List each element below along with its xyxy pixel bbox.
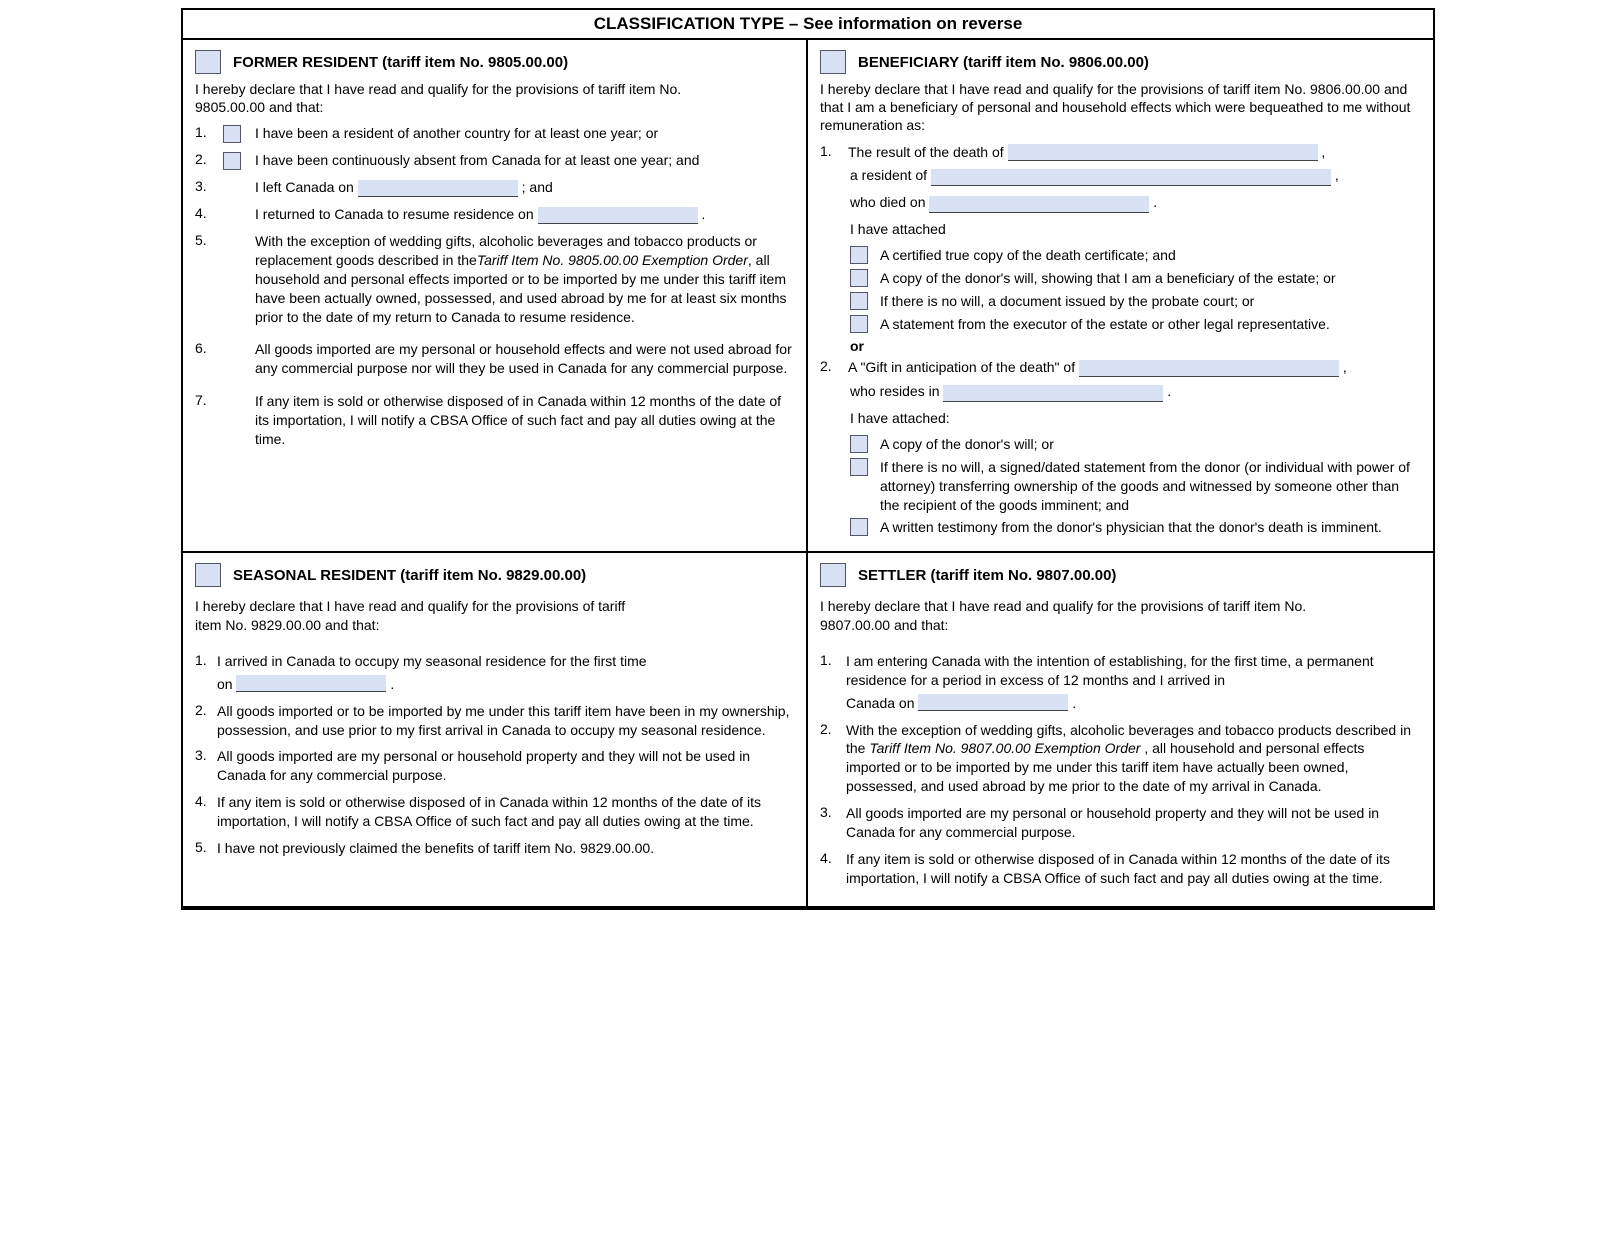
- former-intro: I hereby declare that I have read and qu…: [195, 80, 695, 116]
- ben-a4-cb[interactable]: [850, 315, 868, 333]
- beneficiary-checkbox[interactable]: [820, 50, 846, 74]
- ben-b2-cb[interactable]: [850, 458, 868, 476]
- seasonal-arrival-field[interactable]: [236, 675, 386, 692]
- former-resident-title: FORMER RESIDENT (tariff item No. 9805.00…: [233, 54, 568, 71]
- settler-title: SETTLER (tariff item No. 9807.00.00): [858, 567, 1116, 584]
- resident-of-field[interactable]: [931, 169, 1331, 186]
- beneficiary-section: BENEFICIARY (tariff item No. 9806.00.00)…: [808, 40, 1433, 553]
- form-header: CLASSIFICATION TYPE – See information on…: [183, 10, 1433, 40]
- former-cb-2[interactable]: [223, 152, 241, 170]
- classification-form: CLASSIFICATION TYPE – See information on…: [181, 8, 1435, 910]
- resides-in-field[interactable]: [943, 385, 1163, 402]
- seasonal-section: SEASONAL RESIDENT (tariff item No. 9829.…: [183, 553, 808, 907]
- gift-anticipation-field[interactable]: [1079, 360, 1339, 377]
- ben-b3-cb[interactable]: [850, 518, 868, 536]
- ben-a1-cb[interactable]: [850, 246, 868, 264]
- death-of-field[interactable]: [1008, 144, 1318, 161]
- died-on-field[interactable]: [929, 196, 1149, 213]
- settler-checkbox[interactable]: [820, 563, 846, 587]
- settler-intro: I hereby declare that I have read and qu…: [820, 597, 1340, 633]
- seasonal-checkbox[interactable]: [195, 563, 221, 587]
- former-resident-section: FORMER RESIDENT (tariff item No. 9805.00…: [183, 40, 808, 553]
- settler-arrival-field[interactable]: [918, 694, 1068, 711]
- former-resident-checkbox[interactable]: [195, 50, 221, 74]
- ben-b1-cb[interactable]: [850, 435, 868, 453]
- ben-a2-cb[interactable]: [850, 269, 868, 287]
- former-cb-1[interactable]: [223, 125, 241, 143]
- seasonal-title: SEASONAL RESIDENT (tariff item No. 9829.…: [233, 567, 586, 584]
- former-left-date-field[interactable]: [358, 180, 518, 197]
- beneficiary-intro: I hereby declare that I have read and qu…: [820, 80, 1421, 135]
- former-return-date-field[interactable]: [538, 207, 698, 224]
- settler-section: SETTLER (tariff item No. 9807.00.00) I h…: [808, 553, 1433, 907]
- ben-a3-cb[interactable]: [850, 292, 868, 310]
- beneficiary-title: BENEFICIARY (tariff item No. 9806.00.00): [858, 54, 1149, 71]
- seasonal-intro: I hereby declare that I have read and qu…: [195, 597, 655, 633]
